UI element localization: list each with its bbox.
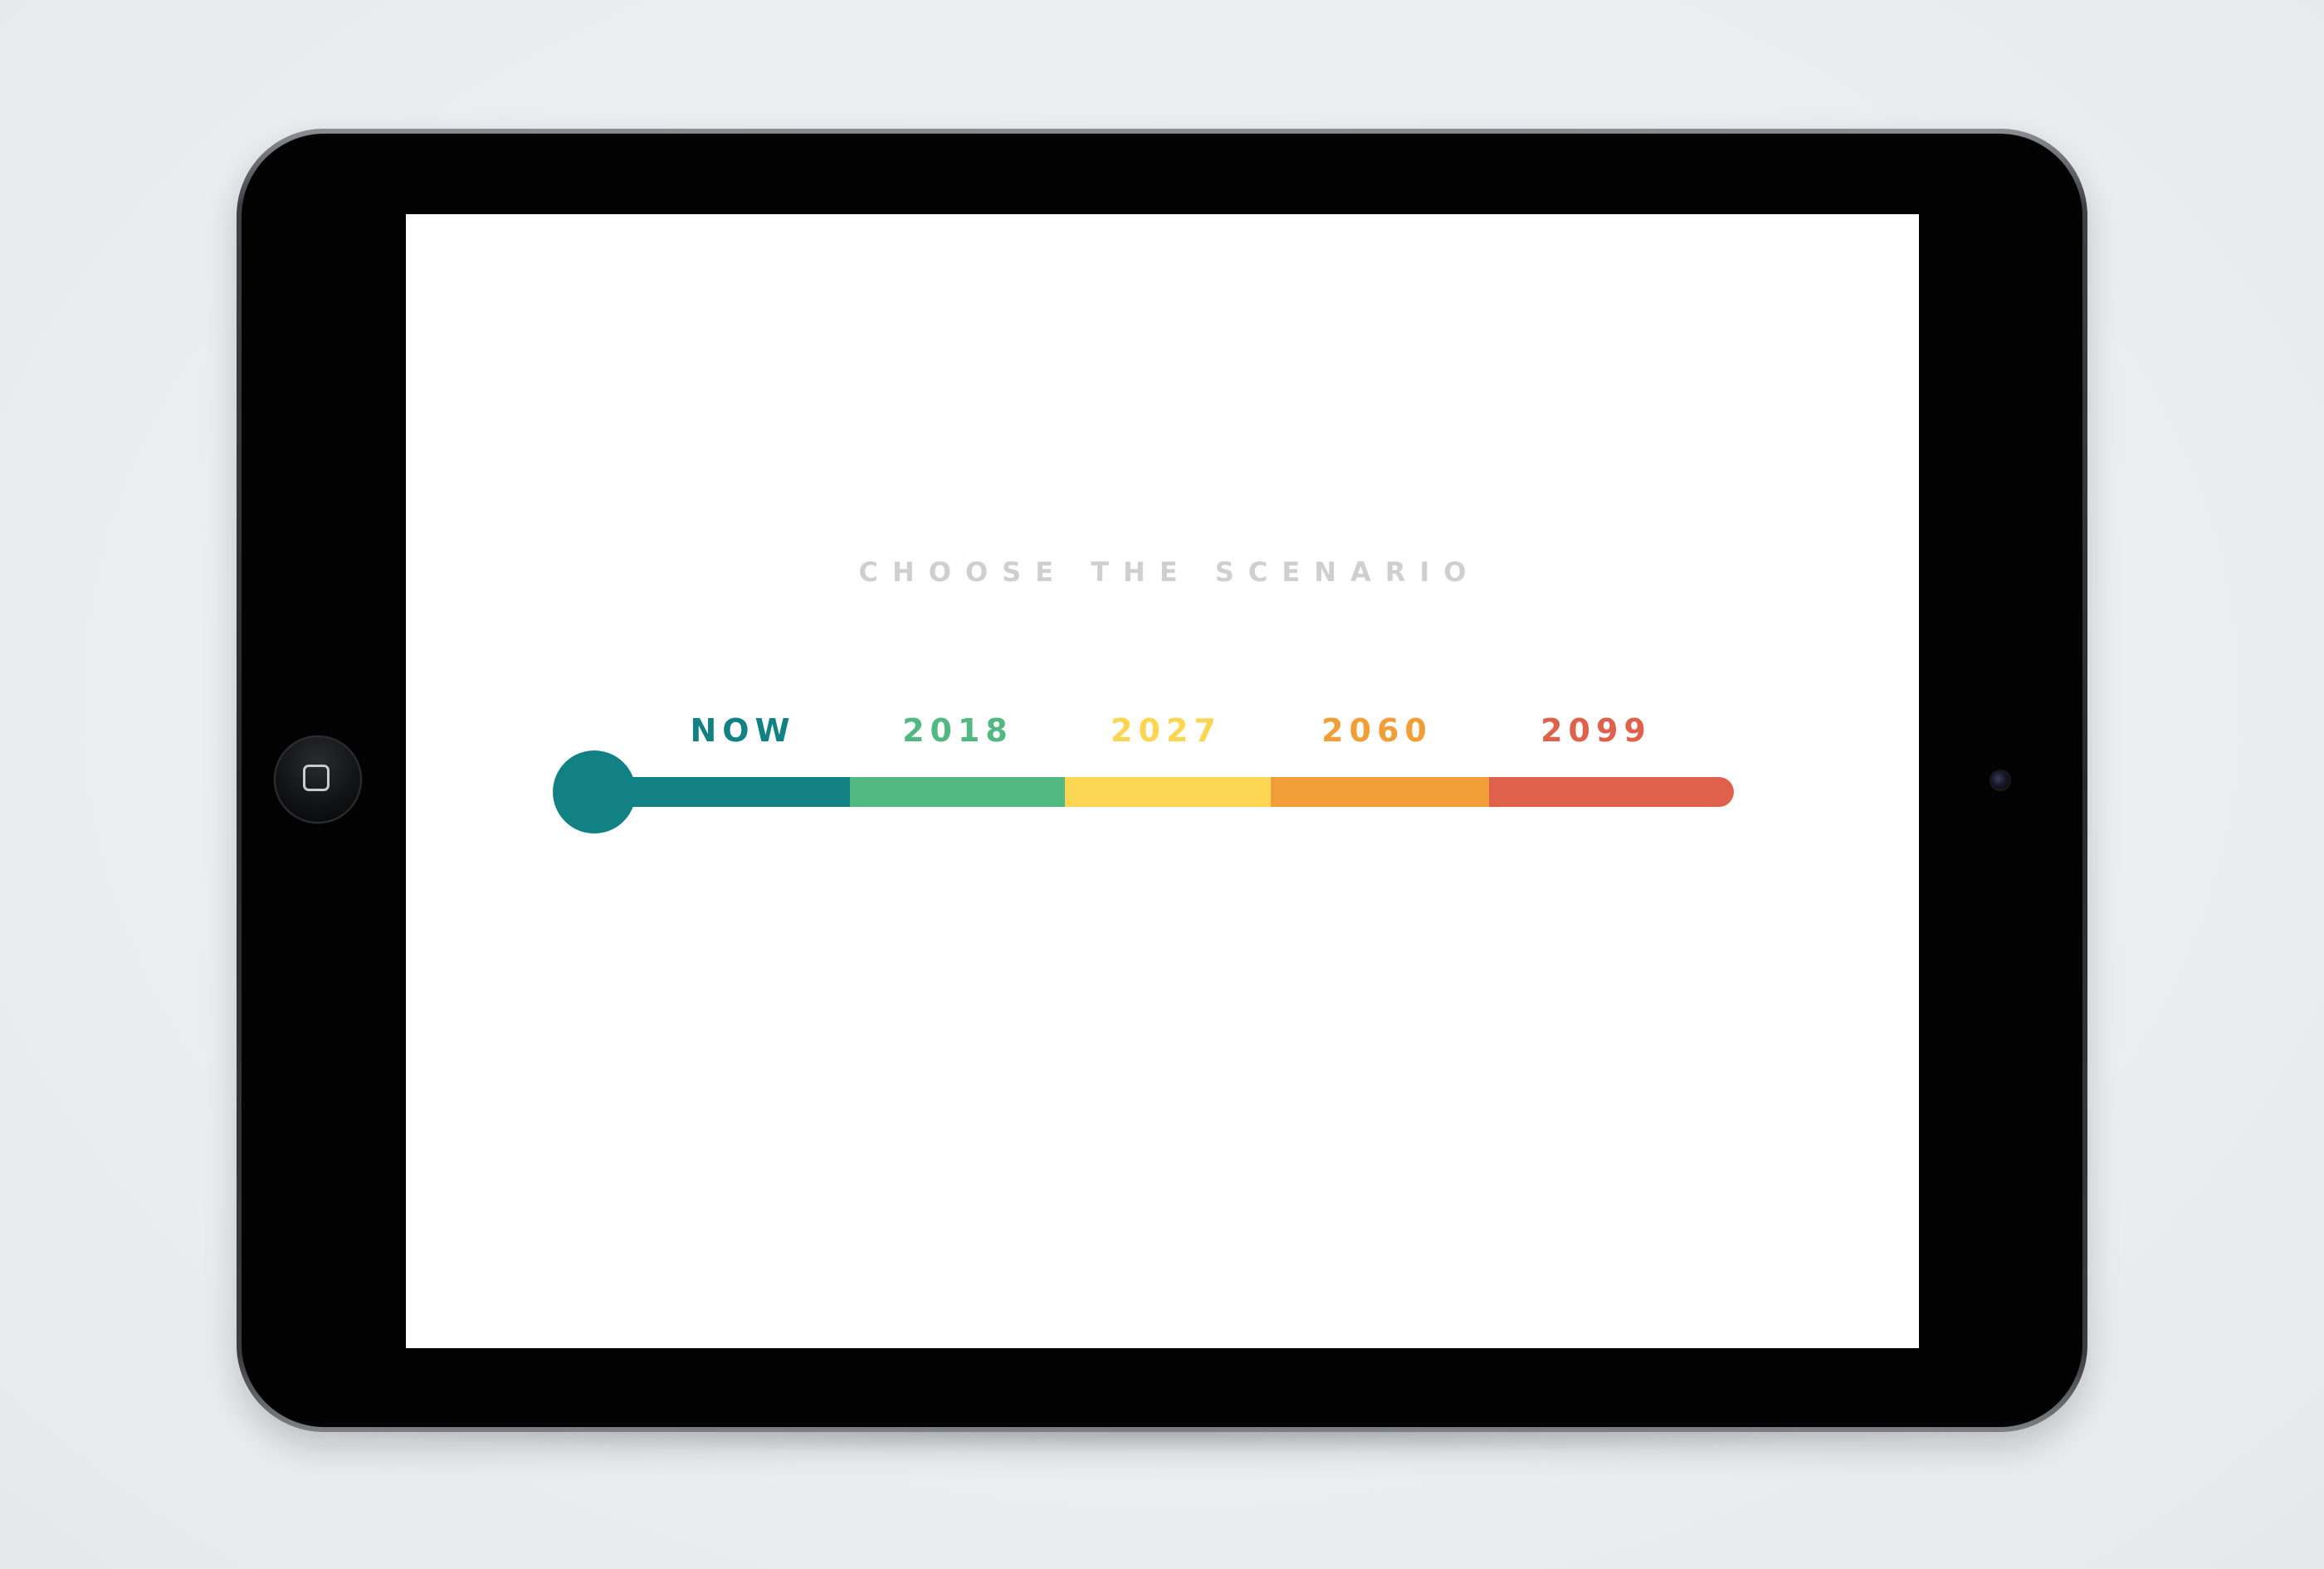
scenario-label-now[interactable]: NOW: [652, 712, 834, 749]
home-button[interactable]: [274, 736, 362, 824]
track-segment-2018[interactable]: [850, 777, 1067, 807]
home-button-square-icon: [303, 765, 330, 791]
scenario-label-2060[interactable]: 2060: [1286, 712, 1468, 749]
scenario-label-2018[interactable]: 2018: [867, 712, 1049, 749]
track-segment-2027[interactable]: [1065, 777, 1272, 807]
scenario-label-2099[interactable]: 2099: [1505, 712, 1687, 749]
slider-knob[interactable]: [553, 750, 636, 833]
track-segment-2099[interactable]: [1489, 777, 1734, 807]
tablet-screen: CHOOSE THE SCENARIO NOW 2018 2027 2060 2…: [406, 214, 1919, 1348]
front-camera-icon: [1991, 771, 2009, 789]
track-segment-2060[interactable]: [1271, 777, 1491, 807]
scene-background: CHOOSE THE SCENARIO NOW 2018 2027 2060 2…: [0, 0, 2324, 1569]
screen-title: CHOOSE THE SCENARIO: [858, 556, 1481, 588]
scenario-label-2027[interactable]: 2027: [1075, 712, 1257, 749]
